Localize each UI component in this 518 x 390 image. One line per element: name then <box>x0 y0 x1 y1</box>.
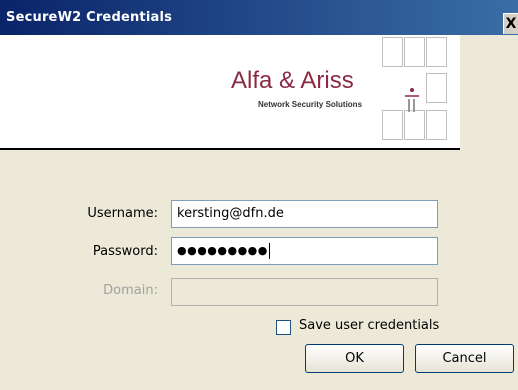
password-field[interactable]: ●●●●●●●●● <box>171 237 438 265</box>
close-button[interactable]: X <box>503 13 518 34</box>
credentials-dialog: SecureW2 Credentials X Alfa & Ariss Netw… <box>0 0 518 390</box>
save-credentials-label[interactable]: Save user credentials <box>299 318 439 333</box>
decor-square <box>426 110 447 140</box>
logo-name: Alfa & Ariss <box>231 67 354 94</box>
password-mask: ●●●●●●●●● <box>177 244 268 257</box>
username-field[interactable]: kersting@dfn.de <box>171 200 438 228</box>
decor-square <box>426 73 447 103</box>
ok-button[interactable]: OK <box>305 344 404 373</box>
password-label: Password: <box>92 244 158 259</box>
save-credentials-checkbox[interactable] <box>276 320 291 335</box>
username-label: Username: <box>87 206 158 221</box>
text-caret <box>268 242 270 259</box>
decor-square <box>404 37 425 67</box>
decor-square <box>426 37 447 67</box>
logo-tagline: Network Security Solutions <box>258 100 363 109</box>
cancel-button[interactable]: Cancel <box>415 344 514 373</box>
decor-square <box>382 37 403 67</box>
domain-field <box>171 278 438 306</box>
decor-square <box>404 110 425 140</box>
decor-square <box>382 110 403 140</box>
brand-banner: Alfa & Ariss Network Security Solutions <box>0 35 460 150</box>
title-bar[interactable]: SecureW2 Credentials X <box>0 0 518 35</box>
domain-label: Domain: <box>103 283 158 298</box>
logo-figure-icon <box>405 88 419 112</box>
window-title: SecureW2 Credentials <box>6 10 173 25</box>
